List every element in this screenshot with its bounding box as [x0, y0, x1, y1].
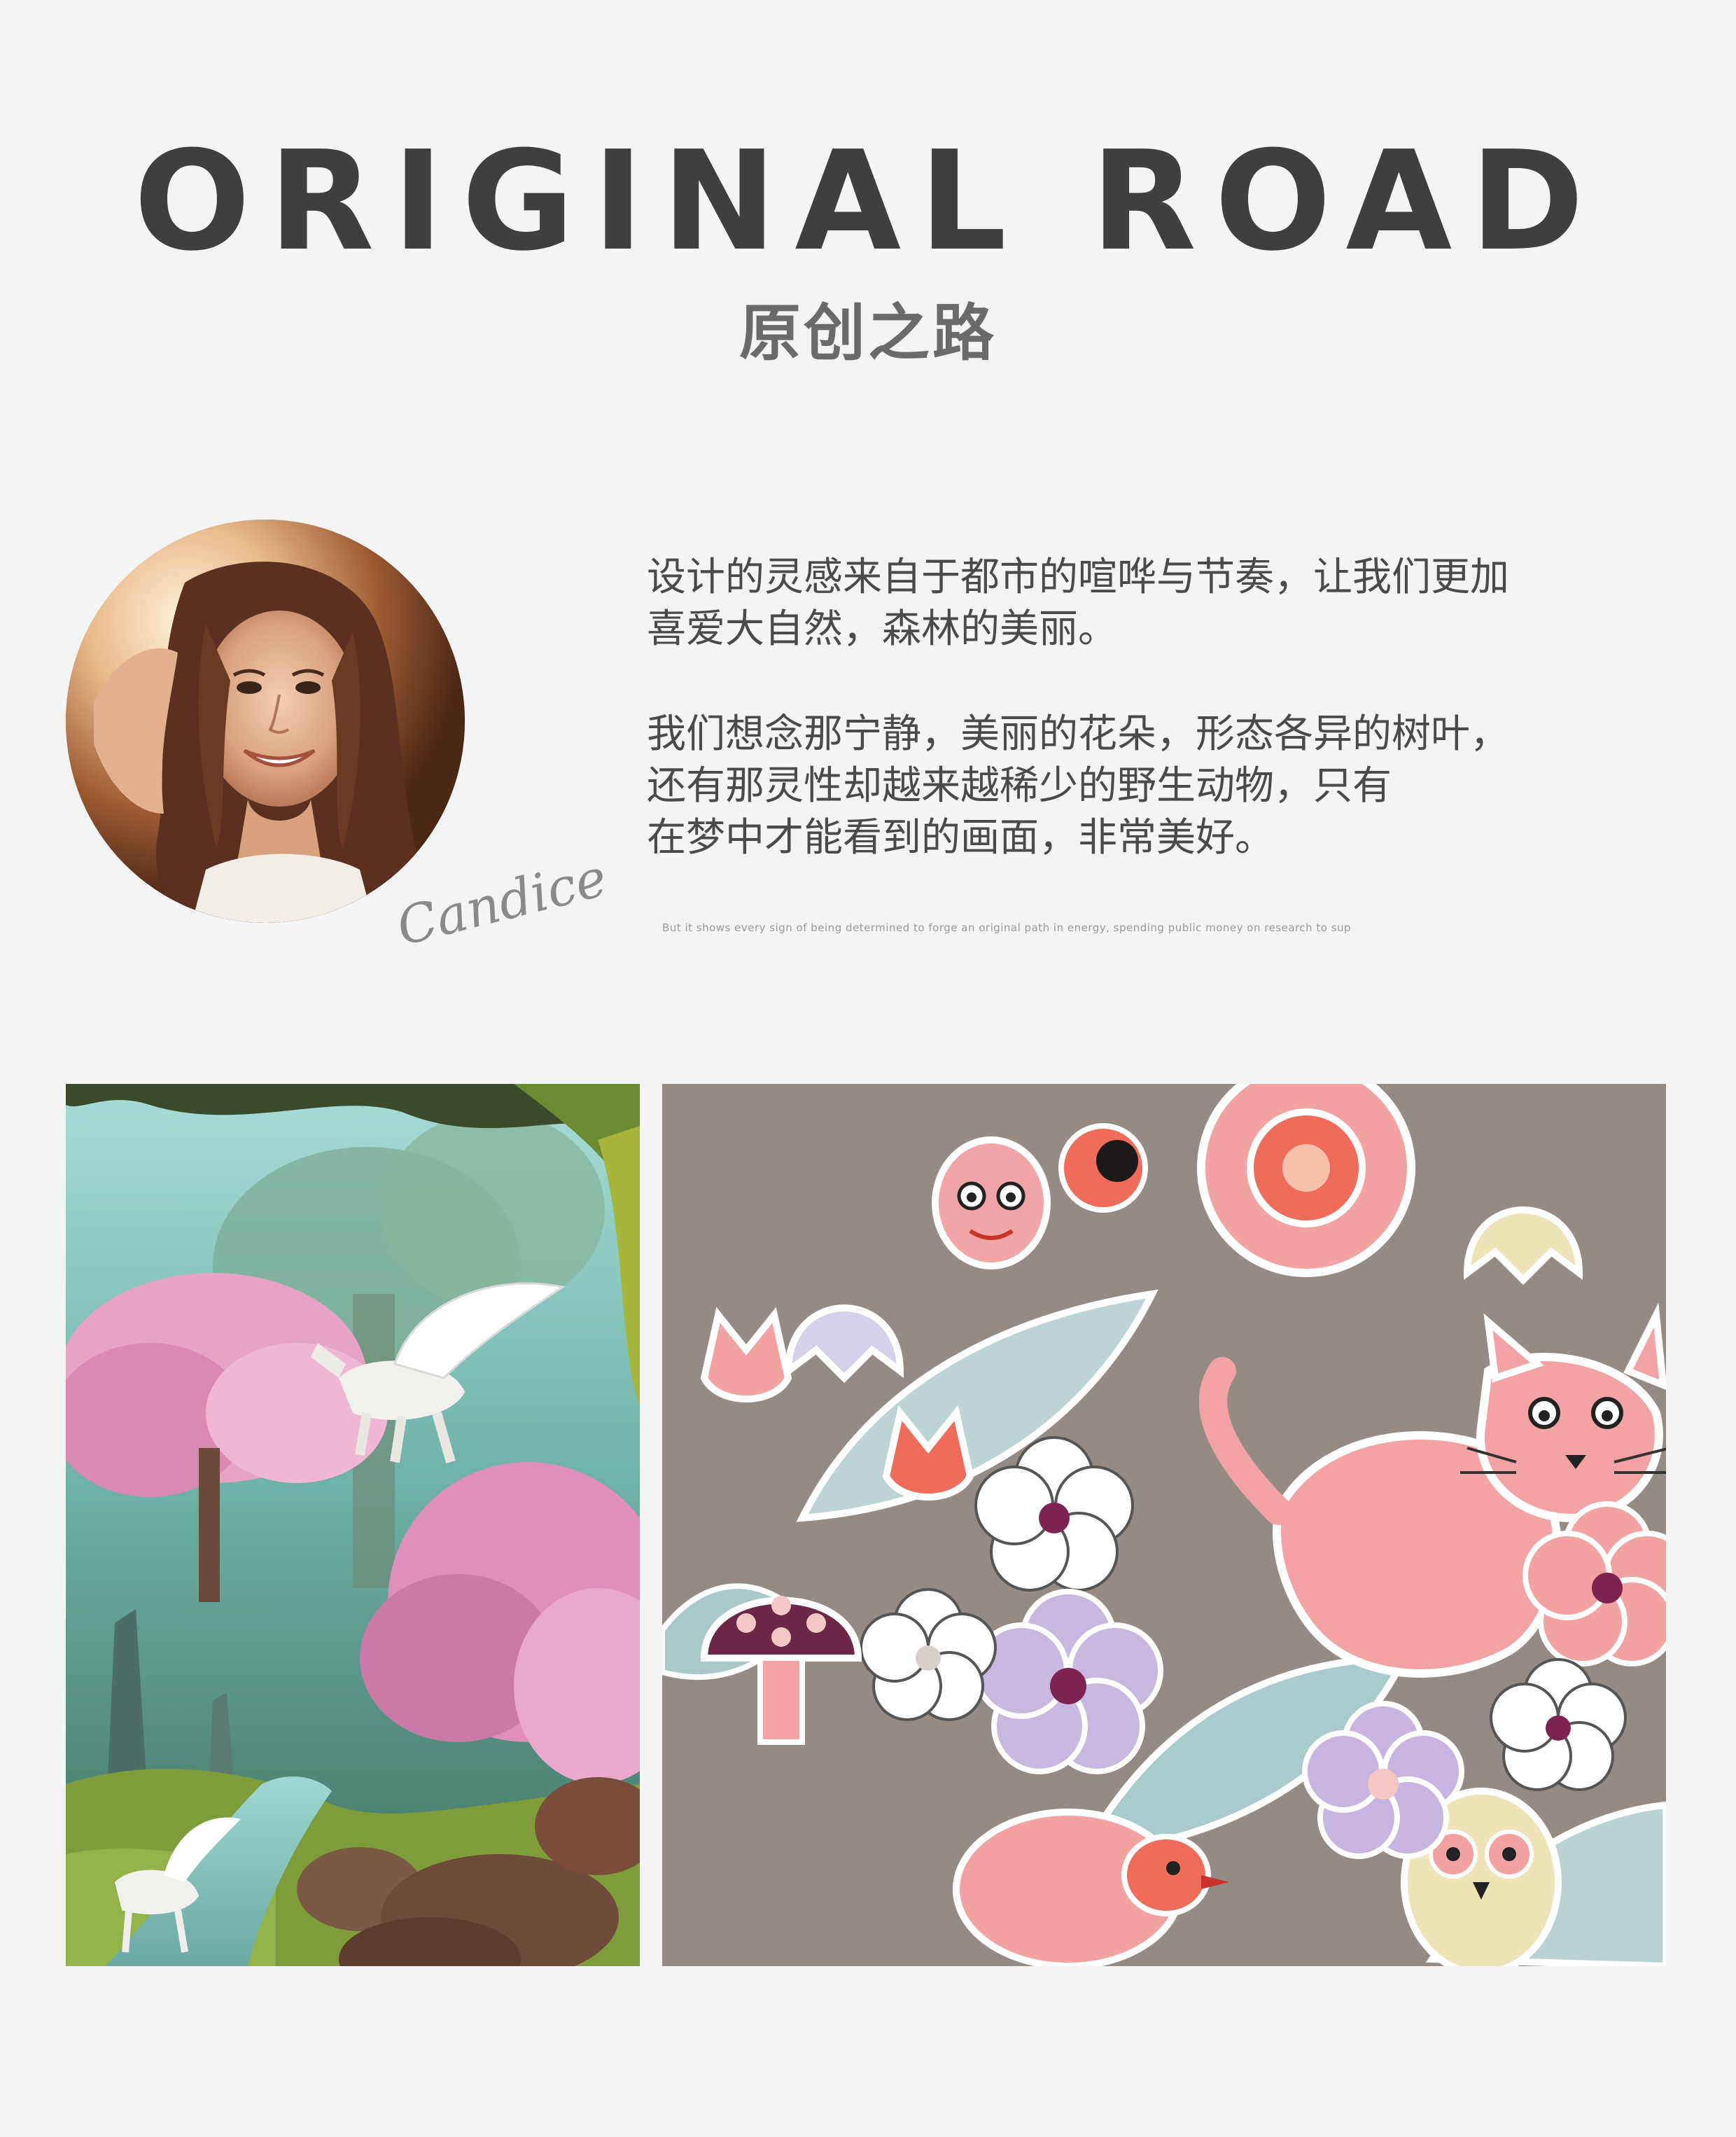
designer-portrait — [66, 520, 465, 923]
fine-print: But it shows every sign of being determi… — [662, 921, 1352, 934]
intro-paragraph-2-line: 我们想念那宁静，美丽的花朵，形态各异的树叶， — [647, 711, 1509, 757]
intro-paragraph-2-line: 在梦中才能看到的画面，非常美好。 — [647, 815, 1274, 861]
intro-paragraph-1: 设计的灵感来自于都市的喧哗与节奏，让我们更加 喜爱大自然，森林的美丽。 — [647, 552, 1655, 655]
intro-paragraph-1-line: 设计的灵感来自于都市的喧哗与节奏，让我们更加 — [647, 555, 1509, 600]
intro-paragraph-2-line: 还有那灵性却越来越稀少的野生动物，只有 — [647, 763, 1392, 809]
page-subtitle: 原创之路 — [738, 297, 997, 369]
floral-pattern-image — [662, 1084, 1666, 1966]
intro-paragraph-2: 我们想念那宁静，美丽的花朵，形态各异的树叶， 还有那灵性却越来越稀少的野生动物，… — [647, 709, 1655, 864]
fantasy-forest-pegasus-icon — [66, 1084, 640, 1966]
designer-signature: Candice — [391, 847, 612, 958]
page-title: ORIGINAL ROAD — [134, 122, 1602, 281]
fantasy-forest-image — [66, 1084, 640, 1966]
floral-animal-pattern-icon — [662, 1084, 1666, 1966]
portrait-photo-icon — [66, 520, 465, 923]
intro-paragraph-1-line: 喜爱大自然，森林的美丽。 — [647, 606, 1117, 652]
